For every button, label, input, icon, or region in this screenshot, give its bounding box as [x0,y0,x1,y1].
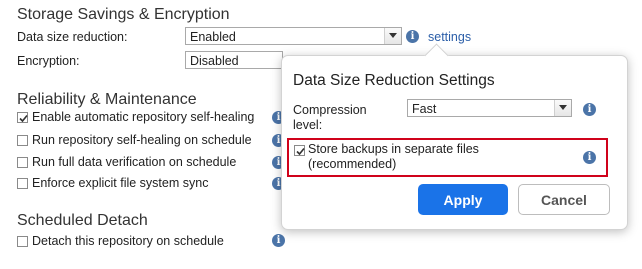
compression-select[interactable]: Fast [407,99,572,117]
data-size-select[interactable]: Enabled [185,27,402,45]
store-separate-label: Store backups in separate files (recomme… [308,142,479,172]
compression-label: Compression level: [293,103,367,133]
compression-label-line1: Compression [293,103,367,117]
data-size-settings-popup: Data Size Reduction Settings Compression… [281,43,628,230]
apply-button[interactable]: Apply [418,184,508,215]
data-size-label: Data size reduction: [17,30,128,44]
chevron-down-icon [554,100,571,116]
compression-value: Fast [412,102,437,116]
self-healing-checkbox[interactable] [17,112,28,123]
encryption-select[interactable]: Disabled [185,51,283,69]
settings-link[interactable]: settings [428,30,471,44]
self-healing-label: Enable automatic repository self-healing [32,110,255,124]
section-title-detach: Scheduled Detach [17,212,148,229]
compression-label-line2: level: [293,118,323,132]
section-title-storage: Storage Savings & Encryption [17,6,230,23]
verification-checkbox[interactable] [17,157,28,168]
popup-title: Data Size Reduction Settings [293,72,495,89]
popup-caret [424,43,449,68]
fs-sync-label: Enforce explicit file system sync [32,176,209,190]
info-icon[interactable]: i [583,151,596,164]
verification-label: Run full data verification on schedule [32,155,237,169]
check-icon [296,147,305,156]
info-icon[interactable]: i [406,30,419,43]
encryption-label: Encryption: [17,54,80,68]
store-separate-checkbox[interactable] [294,145,305,156]
info-icon[interactable]: i [583,103,596,116]
encryption-value: Disabled [190,54,239,68]
chevron-down-icon [384,28,401,44]
check-icon [19,114,28,123]
detach-checkbox[interactable] [17,236,28,247]
info-icon[interactable]: i [272,234,285,247]
self-healing-schedule-label: Run repository self-healing on schedule [32,133,252,147]
store-separate-line2: (recommended) [308,157,397,171]
detach-label: Detach this repository on schedule [32,234,224,248]
cancel-button[interactable]: Cancel [518,184,610,215]
self-healing-schedule-checkbox[interactable] [17,135,28,146]
data-size-value: Enabled [190,30,236,44]
store-separate-line1: Store backups in separate files [308,142,479,156]
fs-sync-checkbox[interactable] [17,178,28,189]
section-title-reliability: Reliability & Maintenance [17,91,197,108]
